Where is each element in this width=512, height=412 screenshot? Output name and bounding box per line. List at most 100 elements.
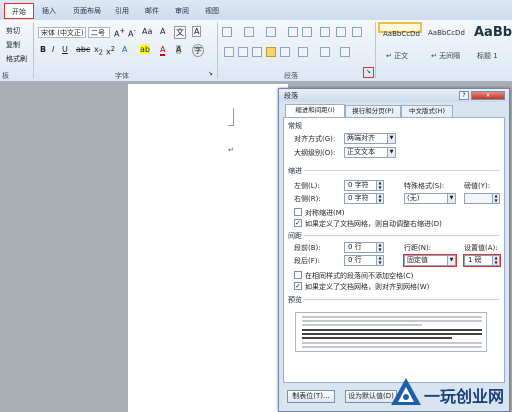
tab-page-layout[interactable]: 页面布局 xyxy=(70,3,104,19)
watermark-text: 一玩创业网 xyxy=(424,387,505,406)
tab-mailings[interactable]: 邮件 xyxy=(144,3,160,19)
group-divider xyxy=(375,22,376,78)
right-indent-value: 0 字符 xyxy=(348,194,369,202)
tab-asian-typography[interactable]: 中文版式(H) xyxy=(401,105,453,117)
superscript-icon[interactable]: x2 xyxy=(106,45,115,57)
copy-button[interactable]: 复制 xyxy=(6,40,20,50)
line-spacing-icon[interactable] xyxy=(298,47,308,57)
line-spacing-value: 固定值 xyxy=(407,256,428,264)
font-dialog-launcher-icon[interactable]: ↘ xyxy=(208,70,213,77)
style-normal[interactable]: AaBbCcDd ↵ 正文 xyxy=(378,22,422,60)
paragraph-dialog-launcher-icon[interactable]: ↘ xyxy=(363,67,374,78)
text-effect-icon[interactable]: A xyxy=(122,45,127,54)
align-right-icon[interactable] xyxy=(252,47,262,57)
preview-line xyxy=(302,329,482,331)
align-center-icon[interactable] xyxy=(238,47,248,57)
grow-font-icon[interactable]: A+ xyxy=(114,27,125,39)
multilevel-list-icon[interactable] xyxy=(266,27,276,37)
group-divider xyxy=(217,22,218,78)
tab-home[interactable]: 开始 xyxy=(4,3,34,19)
mirror-indent-checkbox[interactable] xyxy=(294,208,302,216)
sort-icon[interactable] xyxy=(336,27,346,37)
preview-heading: 预览 xyxy=(288,296,302,304)
distribute-icon[interactable] xyxy=(280,47,290,57)
italic-icon[interactable]: I xyxy=(52,45,54,54)
numbering-icon[interactable] xyxy=(244,27,254,37)
font-size-select[interactable]: 二号 xyxy=(88,27,110,38)
strikethrough-icon[interactable]: abc xyxy=(76,45,90,54)
space-after-spinner[interactable]: 0 行 ▲ ▼ xyxy=(344,255,384,266)
tab-insert[interactable]: 插入 xyxy=(40,3,58,19)
spinner-arrows-icon[interactable]: ▲ ▼ xyxy=(376,180,383,190)
spinner-arrows-icon[interactable]: ▲ ▼ xyxy=(376,242,383,252)
spacing-at-label: 设置值(A): xyxy=(464,244,498,252)
bullets-icon[interactable] xyxy=(222,27,232,37)
outline-level-select[interactable]: 正文文本 ▼ xyxy=(344,147,396,158)
left-indent-spinner[interactable]: 0 字符 ▲ ▼ xyxy=(344,180,384,191)
spacing-at-spinner[interactable]: 1 磅 ▲ ▼ xyxy=(463,254,501,267)
mirror-indent-label: 对称缩进(M) xyxy=(305,209,345,217)
clear-format-icon[interactable]: A xyxy=(160,27,165,36)
tab-indents-spacing[interactable]: 缩进和间距(I) xyxy=(285,104,345,118)
align-left-icon[interactable] xyxy=(224,47,234,57)
decrease-indent-icon[interactable] xyxy=(288,27,298,37)
bold-icon[interactable]: B xyxy=(40,45,46,54)
spinner-arrows-icon[interactable]: ▲ ▼ xyxy=(492,255,499,265)
auto-adjust-checkbox[interactable]: ✓ xyxy=(294,219,302,227)
borders-icon[interactable] xyxy=(340,47,350,57)
font-name-select[interactable]: 宋体 (中文正) xyxy=(38,27,86,38)
shrink-font-icon[interactable]: A- xyxy=(128,27,136,39)
tab-references[interactable]: 引用 xyxy=(114,3,130,19)
style-name: ↵ 无间隔 xyxy=(431,52,461,60)
change-case-icon[interactable]: Aa xyxy=(142,27,152,36)
underline-icon[interactable]: U xyxy=(62,45,68,54)
group-divider xyxy=(33,22,34,78)
style-no-spacing[interactable]: AaBbCcDd ↵ 无间隔 xyxy=(424,22,468,68)
no-space-same-style-label: 在相同样式的段落间不添加空格(C) xyxy=(305,272,414,280)
spinner-arrows-icon[interactable]: ▲ ▼ xyxy=(376,193,383,203)
tab-review[interactable]: 审阅 xyxy=(174,3,190,19)
indent-by-spinner[interactable]: ▲ ▼ xyxy=(464,193,500,204)
right-indent-spinner[interactable]: 0 字符 ▲ ▼ xyxy=(344,193,384,204)
alignment-select[interactable]: 两端对齐 ▼ xyxy=(344,133,396,144)
chevron-down-icon: ▼ xyxy=(447,256,455,265)
help-button[interactable]: ? xyxy=(459,91,469,100)
ribbon: 剪切 复制 格式刷 板 宋体 (中文正) 二号 A+ A- Aa A 文 A B… xyxy=(0,20,512,82)
outline-level-label: 大纲级别(O): xyxy=(294,149,336,157)
increase-indent-icon[interactable] xyxy=(302,27,312,37)
spinner-arrows-icon[interactable]: ▲ ▼ xyxy=(492,193,499,203)
cut-button[interactable]: 剪切 xyxy=(6,26,20,36)
justify-icon[interactable] xyxy=(266,47,276,57)
no-space-same-style-checkbox[interactable] xyxy=(294,271,302,279)
space-after-value: 0 行 xyxy=(348,256,362,264)
enclose-char-icon[interactable]: 字 xyxy=(192,44,204,57)
special-indent-select[interactable]: (无) ▼ xyxy=(404,193,456,204)
spinner-arrows-icon[interactable]: ▲ ▼ xyxy=(376,255,383,265)
highlight-icon[interactable]: ab xyxy=(140,45,150,54)
clipboard-group-label: 板 xyxy=(2,72,9,80)
font-color-icon[interactable]: A xyxy=(160,45,166,56)
char-shading-icon[interactable]: A xyxy=(176,45,182,54)
show-marks-icon[interactable] xyxy=(352,27,362,37)
space-before-spinner[interactable]: 0 行 ▲ ▼ xyxy=(344,242,384,253)
subscript-icon[interactable]: x2 xyxy=(94,45,103,57)
char-border-icon[interactable]: A xyxy=(192,26,202,37)
logo-emblem-icon xyxy=(391,378,421,405)
document-page[interactable]: ↵ xyxy=(128,84,288,412)
tab-line-page-breaks[interactable]: 换行和分页(P) xyxy=(345,105,401,117)
indent-by-label: 磅值(Y): xyxy=(464,182,491,190)
chinese-layout-icon[interactable] xyxy=(320,27,330,37)
tab-view[interactable]: 视图 xyxy=(204,3,220,19)
close-button[interactable]: × xyxy=(471,91,505,100)
tabs-button[interactable]: 制表位(T)... xyxy=(287,390,335,403)
general-heading: 常规 xyxy=(288,122,302,130)
chevron-down-icon: ▼ xyxy=(387,148,395,157)
style-sample: AaBb xyxy=(474,25,512,40)
snap-to-grid-checkbox[interactable]: ✓ xyxy=(294,282,302,290)
phonetic-guide-icon[interactable]: 文 xyxy=(174,26,186,39)
shading-icon[interactable] xyxy=(320,47,330,57)
style-heading-1[interactable]: AaBb 标题 1 xyxy=(470,22,512,68)
format-painter-button[interactable]: 格式刷 xyxy=(6,54,27,64)
line-spacing-select[interactable]: 固定值 ▼ xyxy=(403,254,457,267)
space-before-value: 0 行 xyxy=(348,243,362,251)
